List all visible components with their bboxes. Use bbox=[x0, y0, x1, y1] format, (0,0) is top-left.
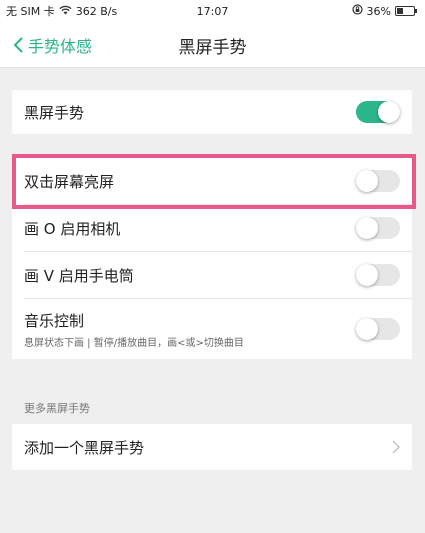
add-gesture-card: 添加一个黑屏手势 bbox=[12, 424, 412, 470]
main-toggle-row[interactable]: 黑屏手势 bbox=[12, 90, 412, 134]
gesture-row-camera[interactable]: 画 O 启用相机 bbox=[12, 205, 412, 251]
main-toggle-switch[interactable] bbox=[356, 101, 400, 123]
music-subtitle: 息屏状态下画 | 暂停/播放曲目，画<或>切换曲目 bbox=[24, 337, 244, 349]
toggle-knob bbox=[378, 101, 400, 123]
network-speed: 362 B/s bbox=[75, 4, 118, 18]
gesture-list-card: 双击屏幕亮屏 画 O 启用相机 画 V 启用手电筒 音乐控制 息屏状态下画 | … bbox=[12, 158, 412, 359]
toggle-knob bbox=[356, 217, 378, 239]
status-left: 无 SIM 卡 362 B/s bbox=[6, 3, 117, 19]
add-gesture-label: 添加一个黑屏手势 bbox=[24, 438, 145, 457]
gesture-label: 画 O 启用相机 bbox=[24, 219, 121, 238]
nav-bar: 手势体感 黑屏手势 bbox=[0, 22, 425, 68]
gesture-row-flashlight[interactable]: 画 V 启用手电筒 bbox=[12, 252, 412, 298]
section-header-more: 更多黑屏手势 bbox=[24, 402, 90, 415]
add-gesture-row[interactable]: 添加一个黑屏手势 bbox=[12, 424, 412, 470]
rotation-lock-icon bbox=[351, 4, 363, 18]
flashlight-toggle[interactable] bbox=[356, 264, 400, 286]
gesture-row-double-tap[interactable]: 双击屏幕亮屏 bbox=[12, 158, 412, 204]
chevron-right-icon bbox=[392, 440, 400, 454]
toggle-knob bbox=[356, 170, 378, 192]
status-bar: 无 SIM 卡 362 B/s 17:07 36% bbox=[0, 0, 425, 22]
wifi-icon bbox=[59, 5, 72, 18]
toggle-knob bbox=[356, 318, 378, 340]
camera-toggle[interactable] bbox=[356, 217, 400, 239]
music-text: 音乐控制 息屏状态下画 | 暂停/播放曲目，画<或>切换曲目 bbox=[24, 310, 356, 349]
main-toggle-label: 黑屏手势 bbox=[24, 103, 85, 122]
page-title: 黑屏手势 bbox=[178, 37, 247, 58]
music-toggle[interactable] bbox=[356, 318, 400, 340]
toggle-knob bbox=[356, 264, 378, 286]
carrier-text: 无 SIM 卡 bbox=[6, 5, 55, 18]
battery-text: 36% bbox=[366, 4, 391, 18]
status-right: 36% bbox=[351, 4, 417, 18]
battery-icon bbox=[395, 6, 417, 16]
gesture-row-music[interactable]: 音乐控制 息屏状态下画 | 暂停/播放曲目，画<或>切换曲目 bbox=[12, 299, 412, 359]
gesture-label: 双击屏幕亮屏 bbox=[24, 172, 115, 191]
double-tap-toggle[interactable] bbox=[356, 170, 400, 192]
main-toggle-card: 黑屏手势 bbox=[12, 90, 412, 134]
battery-fill bbox=[397, 8, 403, 14]
gesture-label: 画 V 启用手电筒 bbox=[24, 266, 134, 285]
music-label: 音乐控制 bbox=[24, 311, 85, 330]
